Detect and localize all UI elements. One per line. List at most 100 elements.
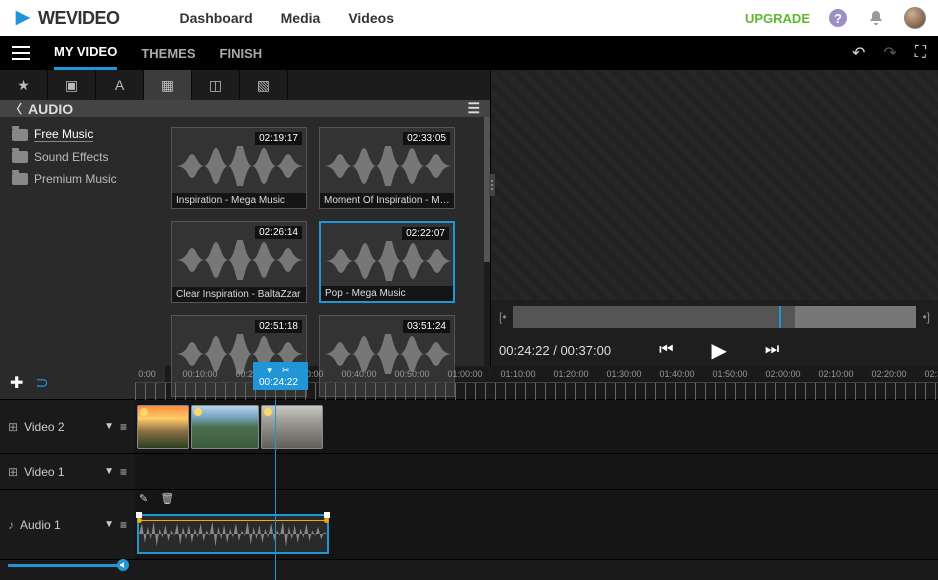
sidebar-sound-effects[interactable]: Sound Effects bbox=[0, 146, 165, 168]
clip-duration: 02:33:05 bbox=[403, 132, 450, 145]
nav-dashboard[interactable]: Dashboard bbox=[180, 10, 253, 26]
clip-handle-left[interactable] bbox=[136, 512, 142, 518]
ruler-tick: 02:20:00 bbox=[871, 369, 906, 379]
mark-in-icon[interactable]: [• bbox=[499, 310, 507, 324]
time-display: 00:24:22 / 00:37:00 bbox=[499, 343, 611, 358]
logo[interactable]: WEVIDEO bbox=[12, 7, 120, 29]
volume-row bbox=[0, 560, 938, 572]
add-track-icon[interactable]: ✚ bbox=[10, 373, 23, 393]
redo-icon[interactable]: ↷ bbox=[883, 43, 896, 63]
chevron-down-icon[interactable]: ▼ bbox=[104, 466, 114, 477]
preview-panel: [• •] 00:24:22 / 00:37:00 ⏮ ▶ ⏭ bbox=[490, 70, 938, 366]
folder-icon bbox=[12, 151, 28, 163]
folder-star-icon[interactable]: ▣ bbox=[48, 70, 96, 100]
video-clip[interactable] bbox=[191, 405, 259, 449]
audio-clip[interactable] bbox=[137, 514, 329, 554]
video-clip[interactable] bbox=[137, 405, 189, 449]
sidebar-premium-music[interactable]: Premium Music bbox=[0, 168, 165, 190]
image-icon[interactable]: ▦ bbox=[144, 70, 192, 100]
playhead-flag[interactable]: ▾✂ 00:24:22 bbox=[253, 362, 308, 390]
upgrade-link[interactable]: UPGRADE bbox=[745, 11, 810, 26]
clip-handle-right[interactable] bbox=[324, 512, 330, 518]
panel-title: AUDIO bbox=[28, 101, 73, 117]
image3-icon[interactable]: ▧ bbox=[240, 70, 288, 100]
tab-my-video[interactable]: MY VIDEO bbox=[54, 36, 117, 70]
help-icon[interactable]: ? bbox=[828, 8, 848, 28]
magnet-icon[interactable]: ⊃ bbox=[35, 373, 48, 393]
track-menu-icon[interactable]: ≡ bbox=[120, 518, 127, 532]
star-icon[interactable]: ★ bbox=[0, 70, 48, 100]
editor-tabs-bar: MY VIDEO THEMES FINISH ↶ ↷ ⛶ bbox=[0, 36, 938, 70]
clip-title: Inspiration - Mega Music bbox=[172, 193, 306, 208]
menu-icon[interactable] bbox=[12, 46, 30, 60]
nav-videos[interactable]: Videos bbox=[348, 10, 394, 26]
next-icon[interactable]: ⏭ bbox=[765, 341, 779, 359]
track-body[interactable]: ✎ 🗑 bbox=[135, 490, 938, 559]
prev-icon[interactable]: ⏮ bbox=[659, 341, 673, 359]
tab-themes[interactable]: THEMES bbox=[141, 38, 195, 69]
timeline: ✚ ⊃ 0:0000:10:0000:20:0000:30:0000:40:00… bbox=[0, 366, 938, 572]
scrub-bar[interactable] bbox=[513, 306, 917, 328]
sidebar-free-music[interactable]: Free Music bbox=[0, 123, 165, 146]
chevron-left-icon[interactable]: 〈 bbox=[10, 100, 22, 117]
audio-track-icon: ♪ bbox=[8, 518, 14, 532]
clip-duration: 03:51:24 bbox=[403, 320, 450, 333]
track-body[interactable] bbox=[135, 400, 938, 453]
trash-icon[interactable]: 🗑 bbox=[160, 492, 174, 505]
main-nav: Dashboard Media Videos bbox=[180, 10, 394, 26]
track-menu-icon[interactable]: ≡ bbox=[120, 465, 127, 479]
volume-slider[interactable] bbox=[8, 564, 127, 567]
list-view-icon[interactable]: ☰ bbox=[467, 100, 480, 117]
ruler-tick: 00:10:00 bbox=[182, 369, 217, 379]
clip-duration: 02:22:07 bbox=[402, 227, 449, 240]
play-icon[interactable]: ▶ bbox=[711, 338, 726, 363]
ruler-tick: 0:00 bbox=[138, 369, 156, 379]
audio-panel-header: 〈 AUDIO ☰ bbox=[0, 100, 490, 117]
audio-clip-thumb[interactable]: 02:22:07Pop - Mega Music bbox=[319, 221, 455, 303]
chevron-down-icon[interactable]: ▼ bbox=[104, 519, 114, 530]
cut-icon[interactable]: ✂ bbox=[282, 365, 290, 376]
ruler-tick: 02:10:00 bbox=[818, 369, 853, 379]
video-track-icon: ⊞ bbox=[8, 420, 18, 434]
track-audio1: ♪ Audio 1 ▼ ≡ ✎ 🗑 bbox=[0, 490, 938, 560]
playhead-line[interactable] bbox=[275, 400, 276, 580]
panel-resize-handle[interactable] bbox=[489, 174, 495, 196]
track-menu-icon[interactable]: ≡ bbox=[120, 420, 127, 434]
volume-envelope[interactable] bbox=[139, 520, 327, 521]
svg-text:?: ? bbox=[834, 11, 842, 26]
image2-icon[interactable]: ◫ bbox=[192, 70, 240, 100]
ruler-tick: 01:40:00 bbox=[659, 369, 694, 379]
scrollbar[interactable] bbox=[484, 117, 490, 407]
clip-title: Clear Inspiration - BaltaZzar bbox=[172, 287, 306, 302]
timeline-ruler[interactable]: 0:0000:10:0000:20:0000:30:0000:40:0000:5… bbox=[135, 366, 938, 399]
video-clip[interactable] bbox=[261, 405, 323, 449]
pencil-icon[interactable]: ✎ bbox=[139, 492, 148, 505]
fullscreen-icon[interactable]: ⛶ bbox=[915, 44, 926, 62]
track-body[interactable] bbox=[135, 454, 938, 489]
ruler-tick: 01:00:00 bbox=[447, 369, 482, 379]
video-track-icon: ⊞ bbox=[8, 465, 18, 479]
audio-clip-thumb[interactable]: 02:19:17Inspiration - Mega Music bbox=[171, 127, 307, 209]
ruler-tick: 02:30:00 bbox=[924, 369, 938, 379]
mark-out-icon[interactable]: •] bbox=[922, 310, 930, 324]
speaker-icon[interactable] bbox=[117, 559, 129, 571]
bell-icon[interactable] bbox=[866, 8, 886, 28]
marker-icon[interactable]: ▾ bbox=[267, 365, 272, 376]
nav-media[interactable]: Media bbox=[281, 10, 321, 26]
clip-title: Moment Of Inspiration - Mega... bbox=[320, 193, 454, 208]
logo-icon bbox=[12, 7, 34, 29]
tab-finish[interactable]: FINISH bbox=[220, 38, 263, 69]
text-icon[interactable]: A bbox=[96, 70, 144, 100]
ruler-tick: 01:20:00 bbox=[553, 369, 588, 379]
ruler-tick: 01:10:00 bbox=[500, 369, 535, 379]
audio-clip-thumb[interactable]: 02:26:14Clear Inspiration - BaltaZzar bbox=[171, 221, 307, 303]
ruler-tick: 01:50:00 bbox=[712, 369, 747, 379]
chevron-down-icon[interactable]: ▼ bbox=[104, 421, 114, 432]
logo-text: WEVIDEO bbox=[38, 8, 120, 29]
audio-clip-thumb[interactable]: 02:33:05 Moment Of Inspiration - Mega... bbox=[319, 127, 455, 209]
avatar[interactable] bbox=[904, 7, 926, 29]
folder-icon bbox=[12, 129, 28, 141]
undo-icon[interactable]: ↶ bbox=[852, 43, 865, 63]
clip-grid: 02:19:17Inspiration - Mega Music02:33:05… bbox=[165, 117, 490, 407]
preview-viewport bbox=[491, 70, 938, 300]
